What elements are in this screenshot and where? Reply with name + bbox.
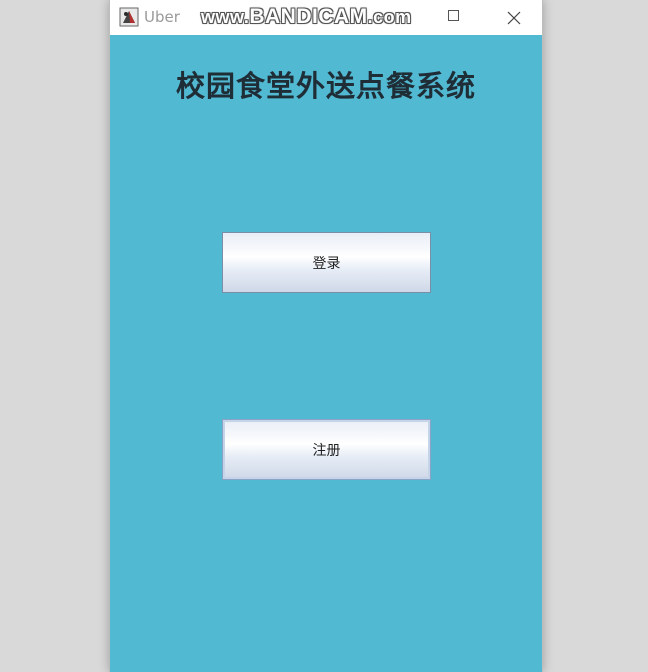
app-icon [119,7,139,27]
register-button[interactable]: 注册 [222,419,431,480]
title-bar[interactable]: Uber www.BANDICAM.com [110,0,542,35]
page-title: 校园食堂外送点餐系统 [175,69,476,103]
bandicam-watermark: www.BANDICAM.com [201,5,412,29]
close-icon[interactable] [503,7,525,29]
maximize-icon[interactable] [448,10,459,21]
login-button[interactable]: 登录 [222,232,431,293]
watermark-brand: BANDICAM [249,5,368,28]
watermark-suffix: .com [367,7,412,27]
watermark-prefix: www. [201,7,250,27]
window-title: Uber [144,8,180,26]
app-window: Uber www.BANDICAM.com 校园食堂外送点餐系统 登录 注册 [109,0,543,672]
main-panel: 校园食堂外送点餐系统 登录 注册 [110,35,542,672]
